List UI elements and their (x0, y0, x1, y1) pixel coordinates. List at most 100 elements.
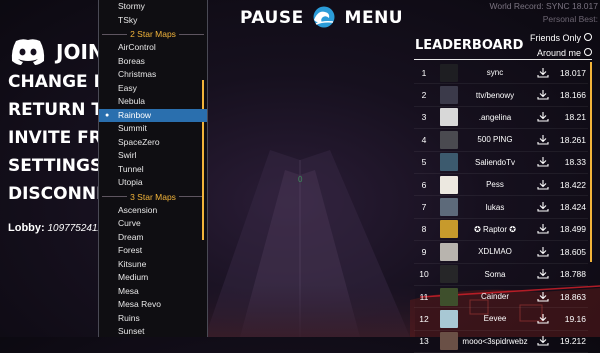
table-row: 4 500 PING 18.261 (414, 129, 588, 152)
table-row: 1 sync 18.017 (414, 62, 588, 85)
divider-line (178, 33, 205, 35)
download-icon[interactable] (536, 202, 550, 212)
selected-bullet-icon: ● (105, 111, 110, 119)
map-option[interactable]: Ascension (99, 204, 207, 218)
map-option[interactable]: ● Rainbow (99, 108, 207, 122)
best-time: 19.16 (564, 313, 586, 324)
best-time: 18.863 (560, 291, 586, 302)
table-row: 3 .angelina 18.21 (414, 107, 588, 130)
download-icon[interactable] (536, 157, 550, 167)
map-option[interactable]: Easy (99, 82, 207, 96)
map-option[interactable]: Nebula (99, 95, 207, 109)
best-time: 18.422 (560, 179, 586, 190)
map-option[interactable]: SpaceZero (99, 136, 207, 150)
avatar (440, 108, 458, 127)
download-icon[interactable] (536, 67, 550, 78)
best-time: 18.21 (564, 112, 586, 123)
settings-button[interactable]: SETTINGS (8, 152, 108, 180)
change-map-button[interactable]: CHANGE MAP: (8, 68, 143, 96)
map-option[interactable]: Dream (99, 231, 207, 245)
radio-icon[interactable] (584, 48, 592, 56)
map-option[interactable]: Mesa Revo (99, 298, 207, 312)
rank: 11 (419, 291, 429, 302)
player-name: SaliendoTv (474, 157, 516, 167)
leaderboard-scrollbar[interactable] (590, 62, 592, 262)
map-option[interactable]: Ruins (99, 312, 207, 326)
map-option[interactable]: AirControl (99, 41, 207, 55)
map-option[interactable]: Kitsune (99, 258, 207, 272)
title-left: PAUSE (240, 8, 304, 28)
leaderboard-table: 1 sync 18.017 2 ttv/benowy 18.166 3 .angelina 18… (414, 62, 588, 353)
rank: 1 (421, 67, 427, 78)
map-option[interactable]: Boreas (99, 55, 207, 69)
friends-only-toggle[interactable]: Friends Only (530, 33, 592, 43)
table-row: 10 Soma 18.788 (414, 264, 588, 286)
player-name: sync (486, 68, 504, 78)
best-time: 18.017 (560, 67, 586, 78)
download-icon[interactable] (536, 134, 550, 145)
rank: 9 (421, 246, 427, 257)
lobby-label: Lobby: (8, 222, 45, 234)
map-option[interactable]: Utopia (99, 176, 207, 190)
player-name: ✪ Raptor ✪ (474, 224, 516, 234)
player-name: .angelina (478, 112, 512, 122)
download-icon[interactable] (536, 90, 550, 100)
player-name: mooo<3spidrwebz (462, 336, 528, 346)
map-option[interactable]: Swirl (99, 149, 207, 163)
map-option[interactable]: Curve (99, 217, 207, 231)
avatar (440, 63, 458, 82)
map-option[interactable]: Sunset (99, 325, 207, 337)
avatar (440, 175, 458, 194)
radio-icon[interactable] (584, 33, 592, 41)
avatar (440, 130, 458, 149)
download-icon[interactable] (536, 112, 550, 123)
player-name: lukas (485, 202, 505, 212)
best-time: 18.33 (564, 157, 586, 168)
rank: 12 (419, 313, 429, 324)
divider-line (102, 196, 128, 197)
wave-logo-icon (313, 6, 335, 28)
map-option[interactable]: TSky (99, 14, 207, 28)
download-icon[interactable] (536, 291, 550, 302)
map-option[interactable]: Christmas (99, 68, 207, 82)
divider-line (102, 33, 128, 35)
download-icon[interactable] (536, 224, 550, 234)
rank: 6 (421, 179, 427, 190)
avatar (440, 220, 458, 239)
table-row: 11 Cainder 18.863 (414, 286, 588, 309)
download-icon[interactable] (536, 336, 550, 346)
map-option[interactable]: Medium (99, 271, 207, 285)
download-icon[interactable] (536, 246, 550, 257)
map-option[interactable]: Forest (99, 244, 207, 258)
around-me-toggle[interactable]: Around me (537, 48, 592, 58)
rank: 10 (419, 269, 429, 280)
map-option[interactable]: Stormy (99, 0, 207, 14)
map-option[interactable]: Tunnel (99, 163, 207, 177)
player-name: Soma (484, 269, 506, 279)
download-icon[interactable] (536, 313, 550, 324)
player-name: 500 PING (477, 135, 513, 145)
player-name: XDLMAO (478, 247, 512, 257)
disconnect-button[interactable]: DISCONNECT (8, 180, 132, 208)
map-dropdown-list[interactable]: Stormy TSky 2 Star Maps AirControl Boreas Chr… (98, 0, 208, 337)
rank: 5 (421, 157, 427, 168)
map-option[interactable]: Mesa (99, 285, 207, 299)
invite-friends-button[interactable]: INVITE FRIENDS (8, 124, 160, 152)
download-icon[interactable] (536, 269, 550, 279)
return-to-game-button[interactable]: RETURN TO GA (8, 96, 150, 124)
map-option[interactable]: Summit (99, 122, 207, 136)
best-time: 18.788 (560, 269, 586, 280)
world-record: World Record: SYNC 18.017 (489, 1, 598, 11)
map-section-header: 2 Star Maps (99, 27, 207, 41)
friends-only-label: Friends Only (529, 33, 581, 43)
table-row: 8 ✪ Raptor ✪ 18.499 (414, 219, 588, 242)
rank: 3 (421, 112, 427, 123)
best-time: 19.212 (560, 336, 586, 347)
download-icon[interactable] (536, 179, 550, 190)
section-label: 3 Star Maps (130, 191, 176, 202)
table-row: 7 lukas 18.424 (414, 196, 588, 219)
join-discord-button[interactable]: JOIN (8, 36, 108, 68)
best-time: 18.499 (560, 224, 586, 235)
map-section-header: 3 Star Maps (99, 190, 207, 204)
table-row: 9 XDLMAO 18.605 (414, 241, 588, 264)
